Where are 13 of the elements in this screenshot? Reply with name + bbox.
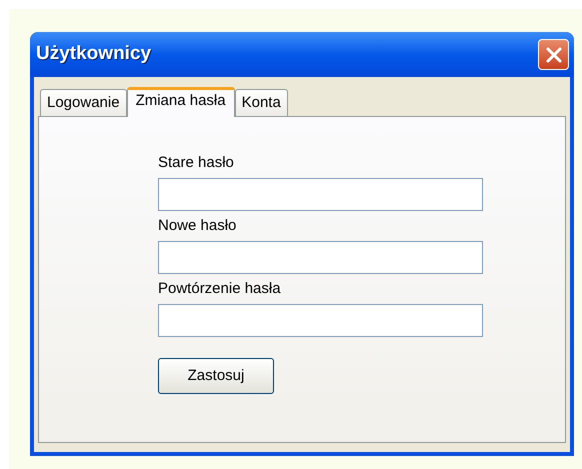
field-label: Nowe hasło — [158, 217, 238, 235]
window-title: Użytkownicy — [36, 42, 152, 66]
close-icon — [544, 46, 562, 64]
tab[interactable]: Konta — [234, 89, 288, 116]
tab[interactable]: Logowanie — [40, 89, 127, 116]
apply-button[interactable]: Zastosuj — [158, 358, 274, 394]
close-button[interactable] — [538, 39, 569, 70]
password-field[interactable] — [158, 304, 483, 337]
password-field[interactable] — [158, 178, 483, 211]
field-label: Stare hasło — [158, 154, 235, 172]
password-field[interactable] — [158, 241, 483, 274]
field-label: Powtórzenie hasła — [158, 280, 282, 298]
tab[interactable]: Zmiana hasła — [126, 87, 235, 117]
